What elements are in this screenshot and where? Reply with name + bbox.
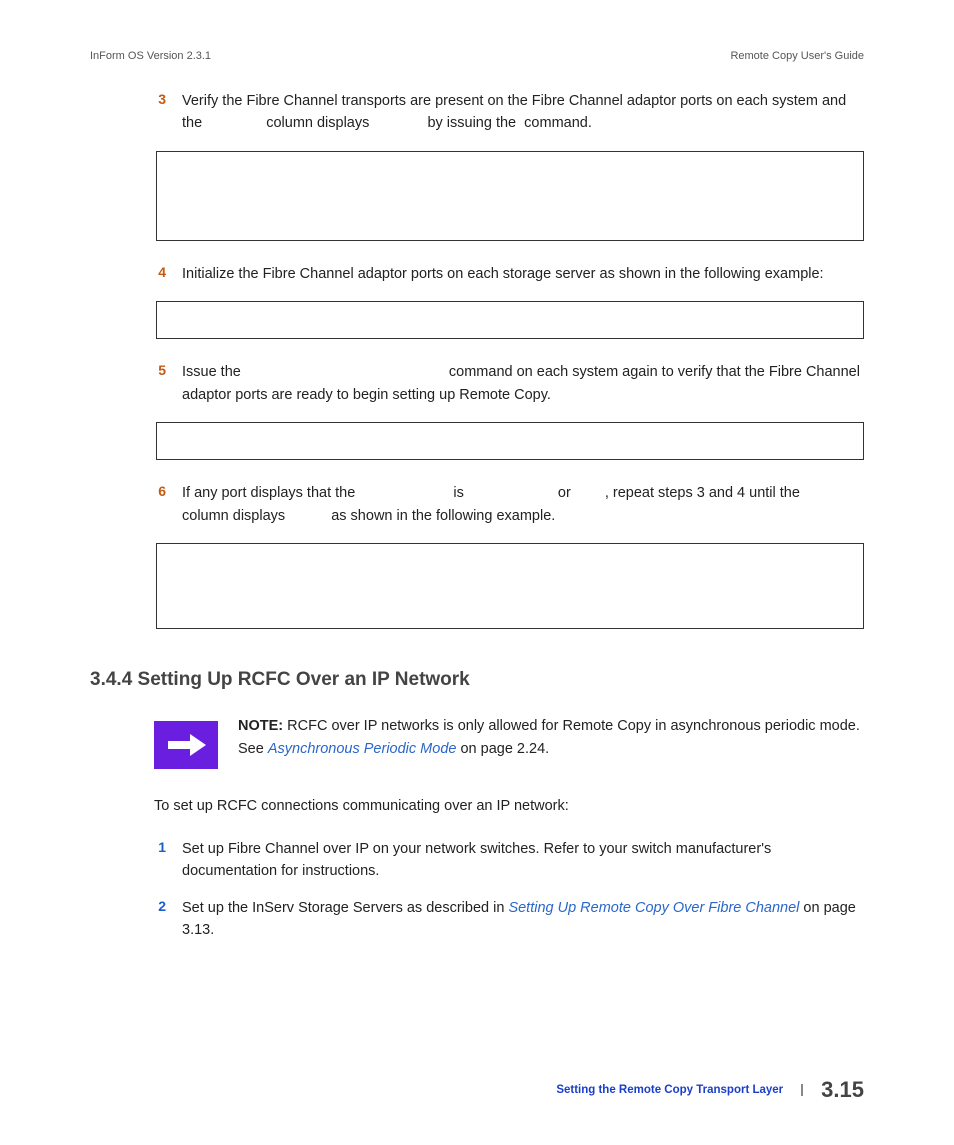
step-body: Verify the Fibre Channel transports are … [182, 90, 864, 135]
step-body: Set up Fibre Channel over IP on your net… [182, 838, 864, 883]
text: column displays [182, 508, 289, 524]
note-callout: NOTE: RCFC over IP networks is only allo… [154, 715, 864, 769]
step-body: Initialize the Fibre Channel adaptor por… [182, 263, 864, 285]
text: on page 2.24. [460, 741, 549, 757]
substep-2: 2 Set up the InServ Storage Servers as d… [156, 897, 864, 942]
step-3: 3 Verify the Fibre Channel transports ar… [156, 90, 864, 135]
step-number: 6 [156, 482, 176, 527]
substep-1: 1 Set up Fibre Channel over IP on your n… [156, 838, 864, 883]
header-left: InForm OS Version 2.3.1 [90, 50, 211, 62]
text: command on each system again to verify t… [182, 364, 860, 402]
note-body: NOTE: RCFC over IP networks is only allo… [238, 715, 864, 769]
step-5: 5 Issue the command on each system again… [156, 361, 864, 406]
text: is [453, 485, 468, 501]
text: , repeat steps 3 and 4 until the [605, 485, 804, 501]
step-body: If any port displays that the is or , re… [182, 482, 864, 527]
step-body: Issue the command on each system again t… [182, 361, 864, 406]
text: If any port displays that the [182, 485, 359, 501]
text: command. [524, 115, 592, 131]
header-right: Remote Copy User's Guide [730, 50, 864, 62]
code-block [156, 543, 864, 629]
text: by issuing the [427, 115, 520, 131]
text: or [558, 485, 575, 501]
intro-text: To set up RCFC connections communicating… [154, 795, 864, 817]
text: Issue the [182, 364, 245, 380]
arrow-right-icon [154, 721, 218, 769]
code-block [156, 151, 864, 241]
text: Set up the InServ Storage Servers as des… [182, 900, 508, 916]
page-footer: Setting the Remote Copy Transport Layer … [556, 1077, 864, 1103]
page-header: InForm OS Version 2.3.1 Remote Copy User… [90, 50, 864, 62]
page-number: 3.15 [821, 1077, 864, 1103]
code-block [156, 301, 864, 339]
step-number: 5 [156, 361, 176, 406]
step-number: 2 [156, 897, 176, 942]
link-setting-up-rcfc[interactable]: Setting Up Remote Copy Over Fibre Channe… [508, 900, 799, 916]
text: as shown in the following example. [331, 508, 555, 524]
code-block [156, 422, 864, 460]
step-body: Set up the InServ Storage Servers as des… [182, 897, 864, 942]
step-6: 6 If any port displays that the is or , … [156, 482, 864, 527]
section-heading: 3.4.4 Setting Up RCFC Over an IP Network [90, 669, 864, 691]
text: column displays [266, 115, 373, 131]
step-number: 4 [156, 263, 176, 285]
step-number: 1 [156, 838, 176, 883]
link-async-periodic-mode[interactable]: Asynchronous Periodic Mode [268, 741, 457, 757]
step-4: 4 Initialize the Fibre Channel adaptor p… [156, 263, 864, 285]
note-label: NOTE: [238, 718, 283, 734]
step-number: 3 [156, 90, 176, 135]
footer-section-title: Setting the Remote Copy Transport Layer [556, 1084, 803, 1096]
